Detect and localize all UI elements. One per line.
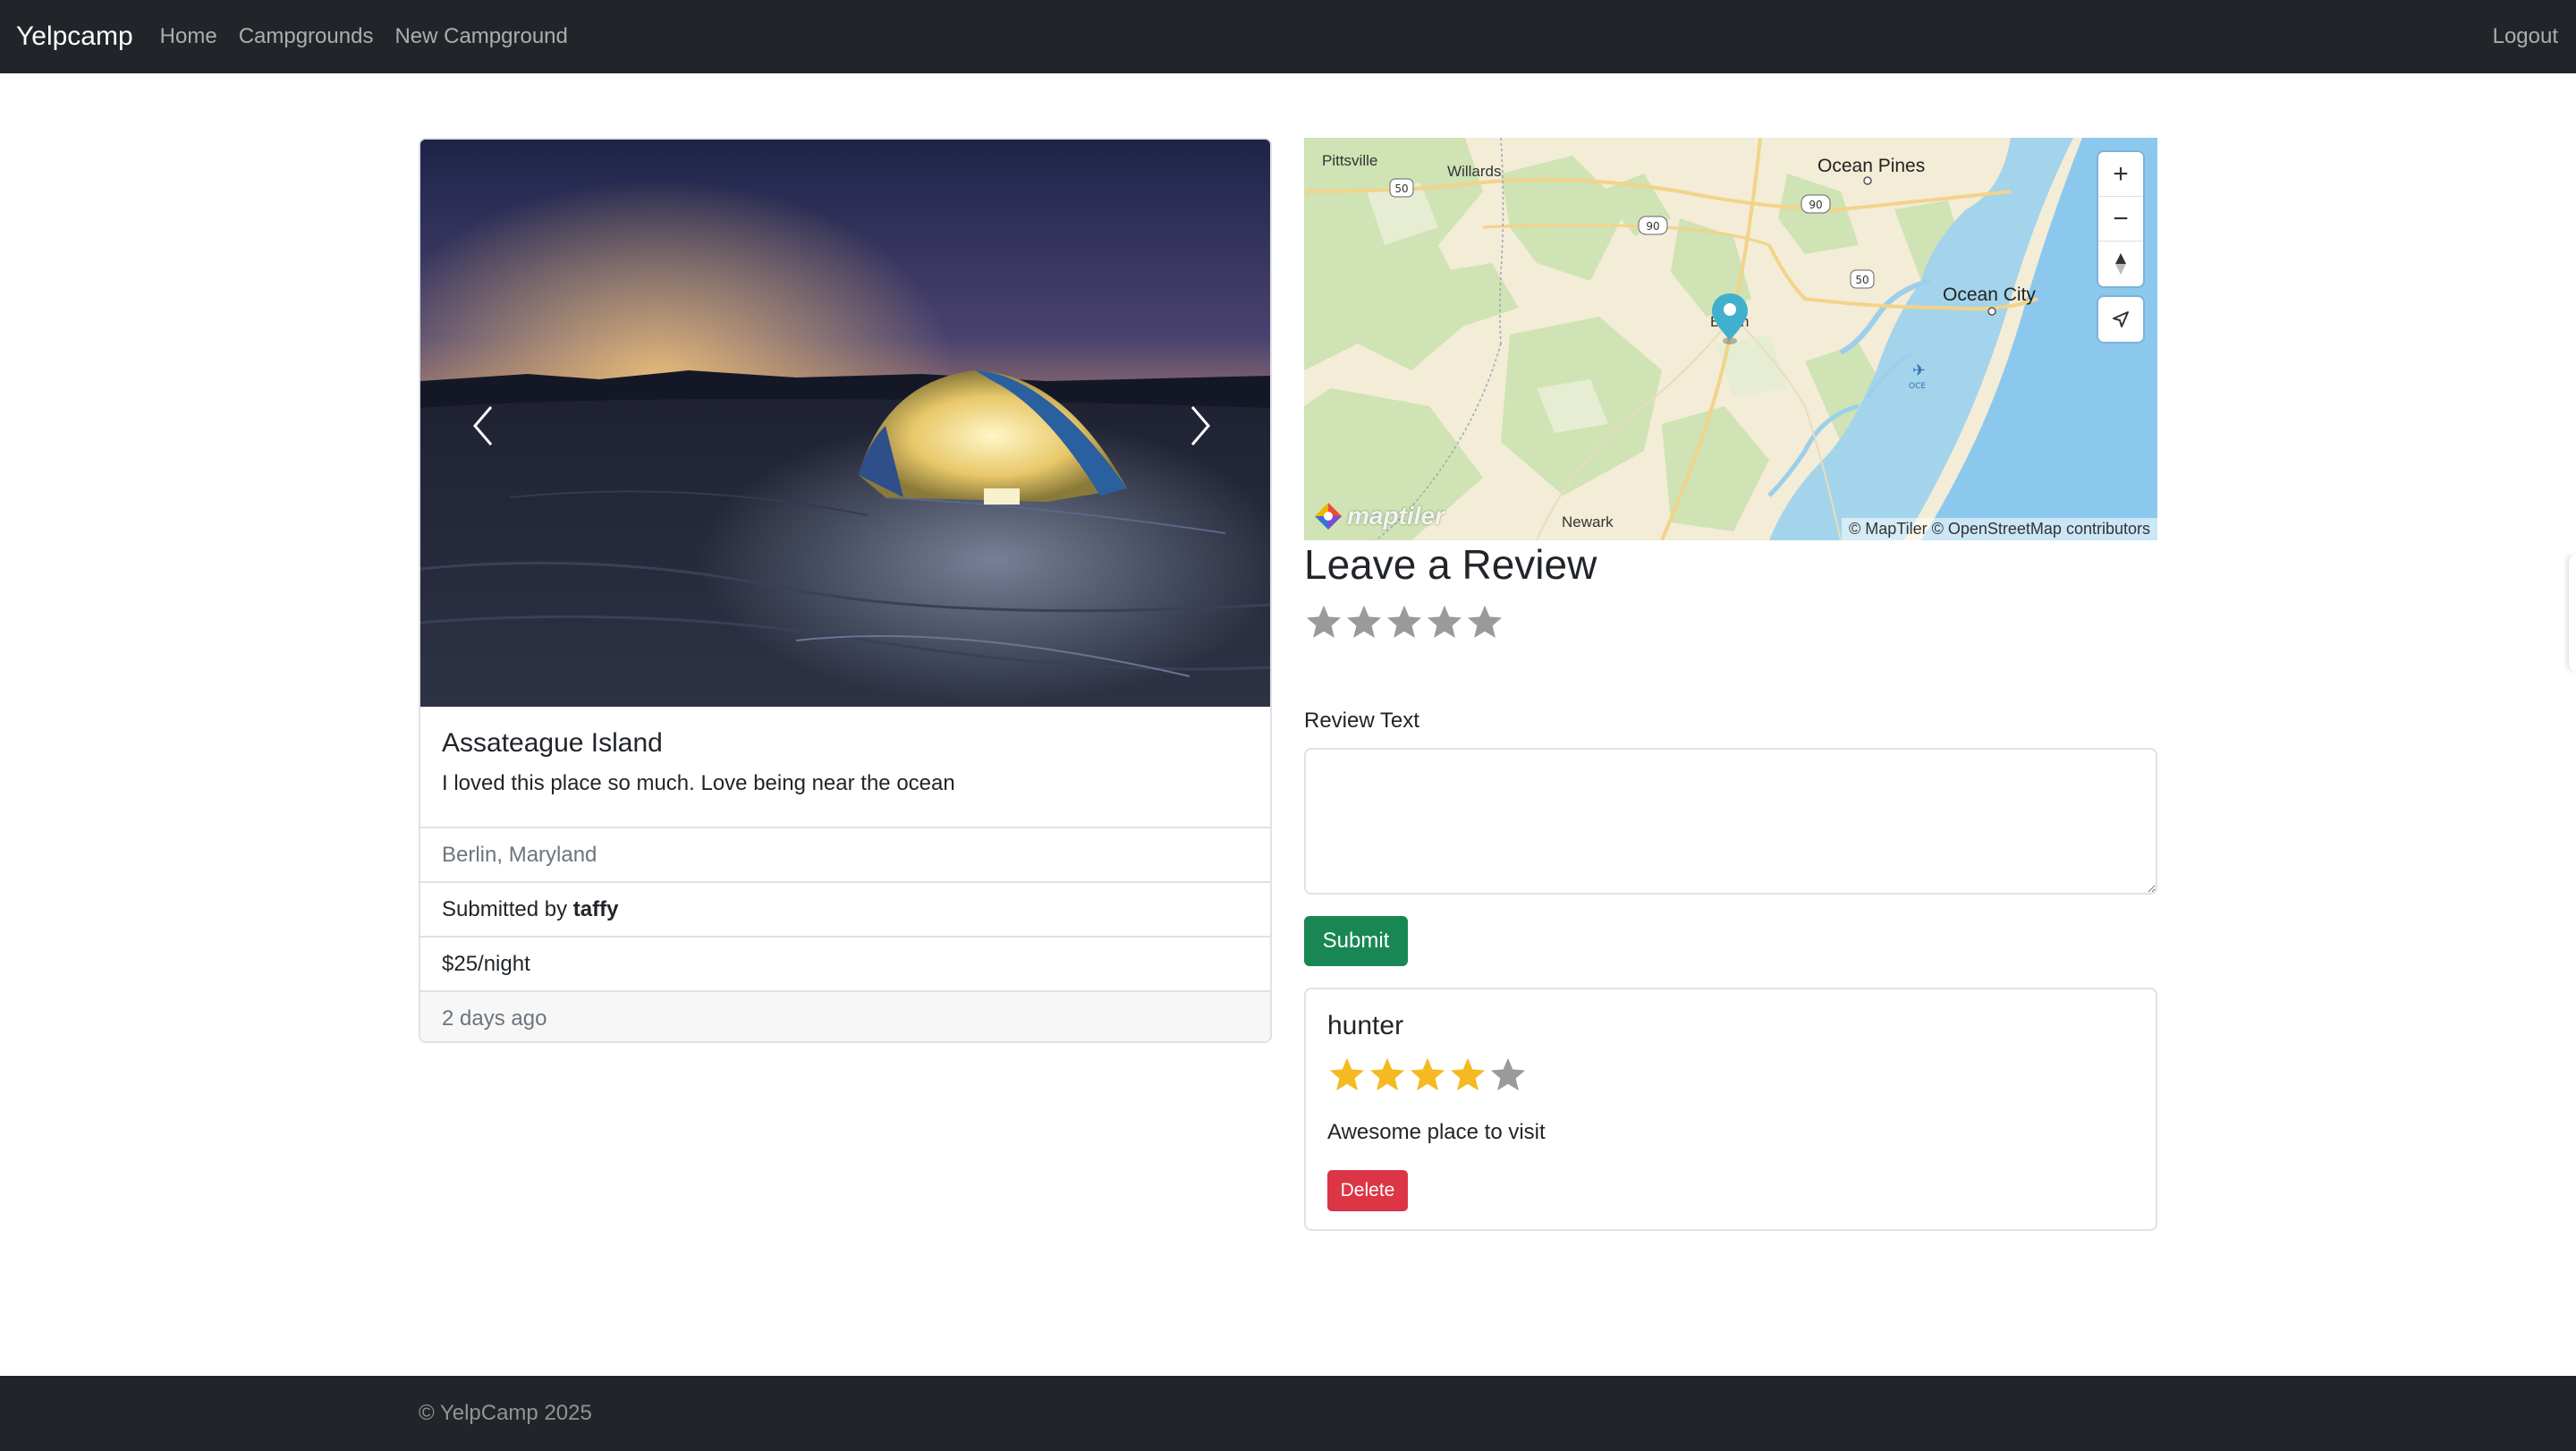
nav-campgrounds-link[interactable]: Campgrounds	[239, 24, 374, 49]
star-empty-icon[interactable]	[1385, 603, 1424, 642]
maptiler-logo-icon	[1315, 503, 1342, 530]
star-empty-icon[interactable]	[1465, 603, 1504, 642]
review-text-input[interactable]	[1304, 748, 2157, 895]
carousel-prev-button[interactable]	[447, 390, 519, 462]
map-label-ocean-city: Ocean City	[1943, 284, 2036, 305]
plus-icon: +	[2113, 158, 2129, 189]
submitted-by-prefix: Submitted by	[442, 896, 573, 921]
leave-review-heading: Leave a Review	[1304, 541, 1597, 588]
brand-link[interactable]: Yelpcamp	[16, 21, 133, 52]
minus-icon: −	[2113, 203, 2129, 233]
location-map[interactable]: 50 90 90 50 ✈ OCE Pittsville Willards Oc…	[1304, 138, 2157, 540]
chevron-left-icon	[473, 406, 493, 445]
carousel-next-button[interactable]	[1165, 390, 1236, 462]
footer-copyright: © YelpCamp 2025	[419, 1401, 592, 1425]
map-label-ocean-pines: Ocean Pines	[1818, 156, 1926, 176]
maptiler-logo-text: maptiler	[1347, 502, 1445, 530]
location-marker-icon[interactable]	[1710, 292, 1750, 345]
route-shield-2: 90	[1646, 220, 1659, 233]
page-footer: © YelpCamp 2025	[0, 1376, 2576, 1451]
review-text-label: Review Text	[1304, 709, 1419, 733]
star-filled-icon	[1329, 1057, 1365, 1091]
star-empty-icon[interactable]	[1344, 603, 1384, 642]
star-empty-icon	[1490, 1057, 1526, 1091]
campground-author: taffy	[572, 896, 619, 921]
submitted-by: Submitted by taffy	[420, 881, 1270, 936]
nav-new-campground-link[interactable]: New Campground	[394, 24, 567, 49]
compass-icon	[2115, 253, 2126, 275]
airport-icon: ✈	[1912, 361, 1926, 380]
card-body: Assateague Island I loved this place so …	[420, 707, 1270, 827]
submit-review-button[interactable]: Submit	[1304, 916, 1408, 966]
top-navbar: Yelpcamp Home Campgrounds New Campground…	[0, 0, 2576, 73]
logout-link[interactable]: Logout	[2493, 0, 2558, 73]
side-panel-edge	[2569, 555, 2576, 671]
posted-time: 2 days ago	[420, 990, 1270, 1041]
zoom-out-button[interactable]: −	[2098, 197, 2143, 242]
campground-card: Assateague Island I loved this place so …	[419, 138, 1272, 1043]
geolocate-button[interactable]	[2098, 297, 2143, 342]
review-card: hunter Awesome place to visit Delete	[1304, 988, 2157, 1231]
campground-price: $25/night	[420, 936, 1270, 990]
campground-description: I loved this place so much. Love being n…	[442, 771, 955, 795]
map-label-pittsville: Pittsville	[1322, 152, 1378, 169]
route-shield-3: 90	[1809, 199, 1822, 211]
maptiler-logo[interactable]: maptiler	[1313, 501, 1445, 531]
zoom-in-button[interactable]: +	[2098, 152, 2143, 197]
review-rating	[1327, 1056, 1528, 1095]
star-filled-icon	[1410, 1057, 1445, 1091]
star-empty-icon[interactable]	[1425, 603, 1464, 642]
map-attribution[interactable]: © MapTiler © OpenStreetMap contributors	[1842, 518, 2157, 540]
geolocate-icon	[2113, 311, 2129, 327]
star-filled-icon	[1450, 1057, 1486, 1091]
chevron-right-icon	[1191, 406, 1210, 445]
campground-photo	[420, 140, 1270, 707]
map-zoom-controls: + −	[2098, 152, 2143, 286]
star-empty-icon[interactable]	[1304, 603, 1343, 642]
airport-label: OCE	[1909, 382, 1926, 391]
nav-home-link[interactable]: Home	[160, 24, 217, 49]
route-shield-1: 50	[1394, 182, 1408, 195]
compass-button[interactable]	[2098, 242, 2143, 286]
review-author: hunter	[1327, 1011, 1404, 1040]
map-label-newark: Newark	[1562, 513, 1614, 530]
campground-title: Assateague Island	[442, 728, 663, 758]
campground-location: Berlin, Maryland	[420, 827, 1270, 881]
route-shield-4: 50	[1855, 274, 1868, 286]
delete-review-button[interactable]: Delete	[1327, 1170, 1408, 1211]
image-carousel	[420, 140, 1270, 707]
review-body: Awesome place to visit	[1327, 1120, 1546, 1144]
rating-input[interactable]	[1304, 603, 1504, 642]
star-filled-icon	[1369, 1057, 1405, 1091]
map-label-willards: Willards	[1447, 163, 1502, 180]
